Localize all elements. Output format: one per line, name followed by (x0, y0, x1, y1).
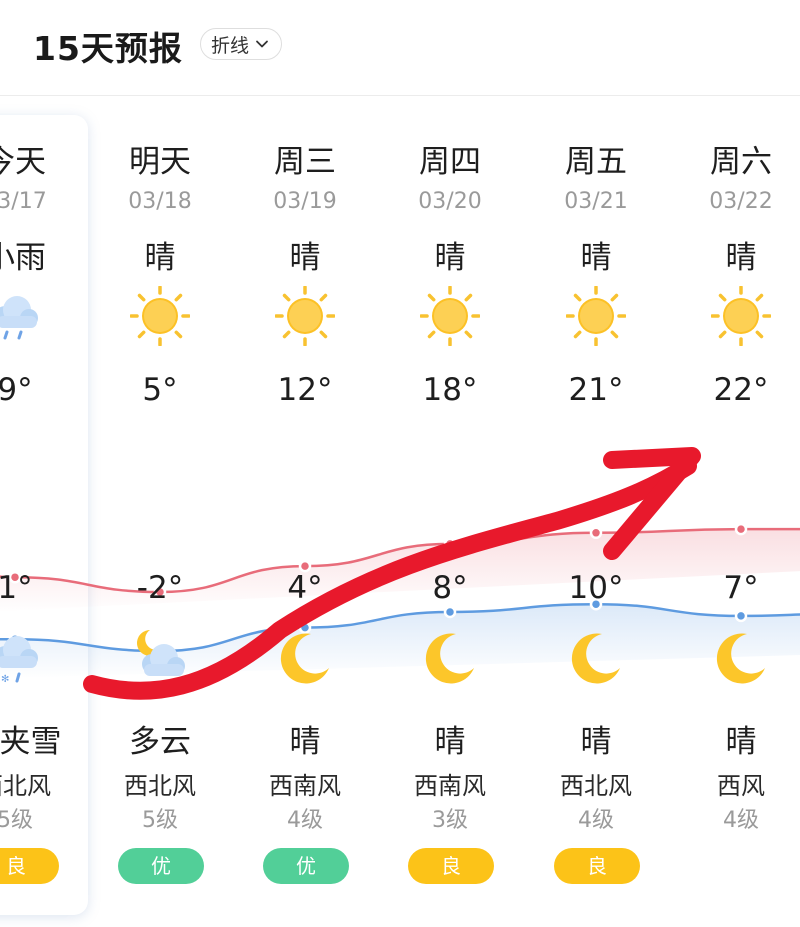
night-condition: 晴 (289, 724, 321, 760)
chevron-down-icon (256, 40, 268, 48)
night-condition: 晴 (434, 724, 466, 760)
day-date: 03/22 (709, 189, 773, 214)
low-temp: 8° (432, 570, 468, 606)
night-condition: 晴 (580, 724, 612, 760)
day-name: 周五 (565, 144, 627, 180)
low-temp: -2° (136, 570, 184, 606)
high-temp: 5° (142, 372, 178, 408)
aqi-badge: 优 (263, 848, 349, 884)
sun-icon (419, 285, 481, 347)
day-date: 03/18 (128, 189, 192, 214)
day-column[interactable]: 周四 03/20 晴 18° 8° 晴西南风 3级良 (380, 96, 520, 927)
day-name: 周六 (710, 144, 772, 180)
high-temp: 18° (422, 372, 478, 408)
high-temp: 21° (568, 372, 624, 408)
rain-cloud-icon (0, 286, 45, 346)
day-name: 明天 (129, 144, 191, 180)
wind-direction: 西南风 (414, 772, 486, 800)
wind-level: 4级 (723, 808, 759, 833)
low-temp: 1° (0, 570, 33, 606)
low-temp: 10° (568, 570, 624, 606)
snow-rain-cloud-icon: ✻ (0, 628, 45, 688)
wind-direction: 西风 (717, 772, 765, 800)
day-condition: 晴 (725, 240, 757, 276)
day-name: 今天 (0, 144, 46, 180)
aqi-badge: 优 (118, 848, 204, 884)
day-date: 03/19 (273, 189, 337, 214)
aqi-badge: 良 (0, 848, 59, 884)
wind-direction: 西北风 (0, 772, 51, 800)
moon-icon (566, 628, 626, 688)
wind-direction: 西南风 (269, 772, 341, 800)
moon-icon (420, 628, 480, 688)
moon-icon (711, 628, 771, 688)
day-condition: 晴 (144, 240, 176, 276)
high-temp: 22° (713, 372, 769, 408)
chart-mode-label: 折线 (211, 34, 250, 57)
chart-mode-dropdown[interactable]: 折线 (200, 28, 283, 60)
wind-direction: 西北风 (560, 772, 632, 800)
sun-icon (710, 285, 772, 347)
day-name: 周三 (274, 144, 336, 180)
sun-icon (565, 285, 627, 347)
sun-icon (274, 285, 336, 347)
day-condition: 小雨 (0, 240, 46, 276)
wind-direction: 西北风 (124, 772, 196, 800)
aqi-badge: 良 (554, 848, 640, 884)
night-condition: 多云 (129, 724, 191, 760)
night-condition: 晴 (725, 724, 757, 760)
day-column[interactable]: 明天 03/18 晴 5° -2° 多云西北风 5级优 (90, 96, 230, 927)
wind-level: 3级 (432, 808, 468, 833)
day-condition: 晴 (580, 240, 612, 276)
day-date: 03/17 (0, 189, 47, 214)
day-date: 03/20 (418, 189, 482, 214)
day-column[interactable]: 今天 03/17 小雨 9° 1° ✻ 雨夹雪西北风 5级良 (0, 96, 85, 927)
day-condition: 晴 (289, 240, 321, 276)
low-temp: 7° (723, 570, 759, 606)
day-date: 03/21 (564, 189, 628, 214)
sun-icon (129, 285, 191, 347)
wind-level: 4级 (578, 808, 614, 833)
forecast-scroller[interactable]: 今天 03/17 小雨 9° 1° ✻ 雨夹雪西北风 5级良 明天 03/18 晴 5° -2° 多云西北… (0, 96, 800, 927)
low-temp: 4° (287, 570, 323, 606)
high-temp: 12° (277, 372, 333, 408)
day-column[interactable]: 周三 03/19 晴 12° 4° 晴西南风 4级优 (235, 96, 375, 927)
wind-level: 4级 (287, 808, 323, 833)
high-temp: 9° (0, 372, 33, 408)
header: 15天预报 折线 (0, 0, 800, 96)
day-condition: 晴 (434, 240, 466, 276)
wind-level: 5级 (142, 808, 178, 833)
page-title: 15天预报 (33, 29, 183, 68)
wind-level: 5级 (0, 808, 33, 833)
svg-text:✻: ✻ (1, 674, 9, 685)
day-column[interactable]: 周五 03/21 晴 21° 10° 晴西北风 4级良 (526, 96, 666, 927)
moon-cloud-icon (130, 628, 190, 688)
day-name: 周四 (419, 144, 481, 180)
day-column[interactable]: 周六 03/22 晴 22° 7° 晴西风 4级 (671, 96, 800, 927)
night-condition: 雨夹雪 (0, 724, 62, 760)
moon-icon (275, 628, 335, 688)
aqi-badge: 良 (408, 848, 494, 884)
